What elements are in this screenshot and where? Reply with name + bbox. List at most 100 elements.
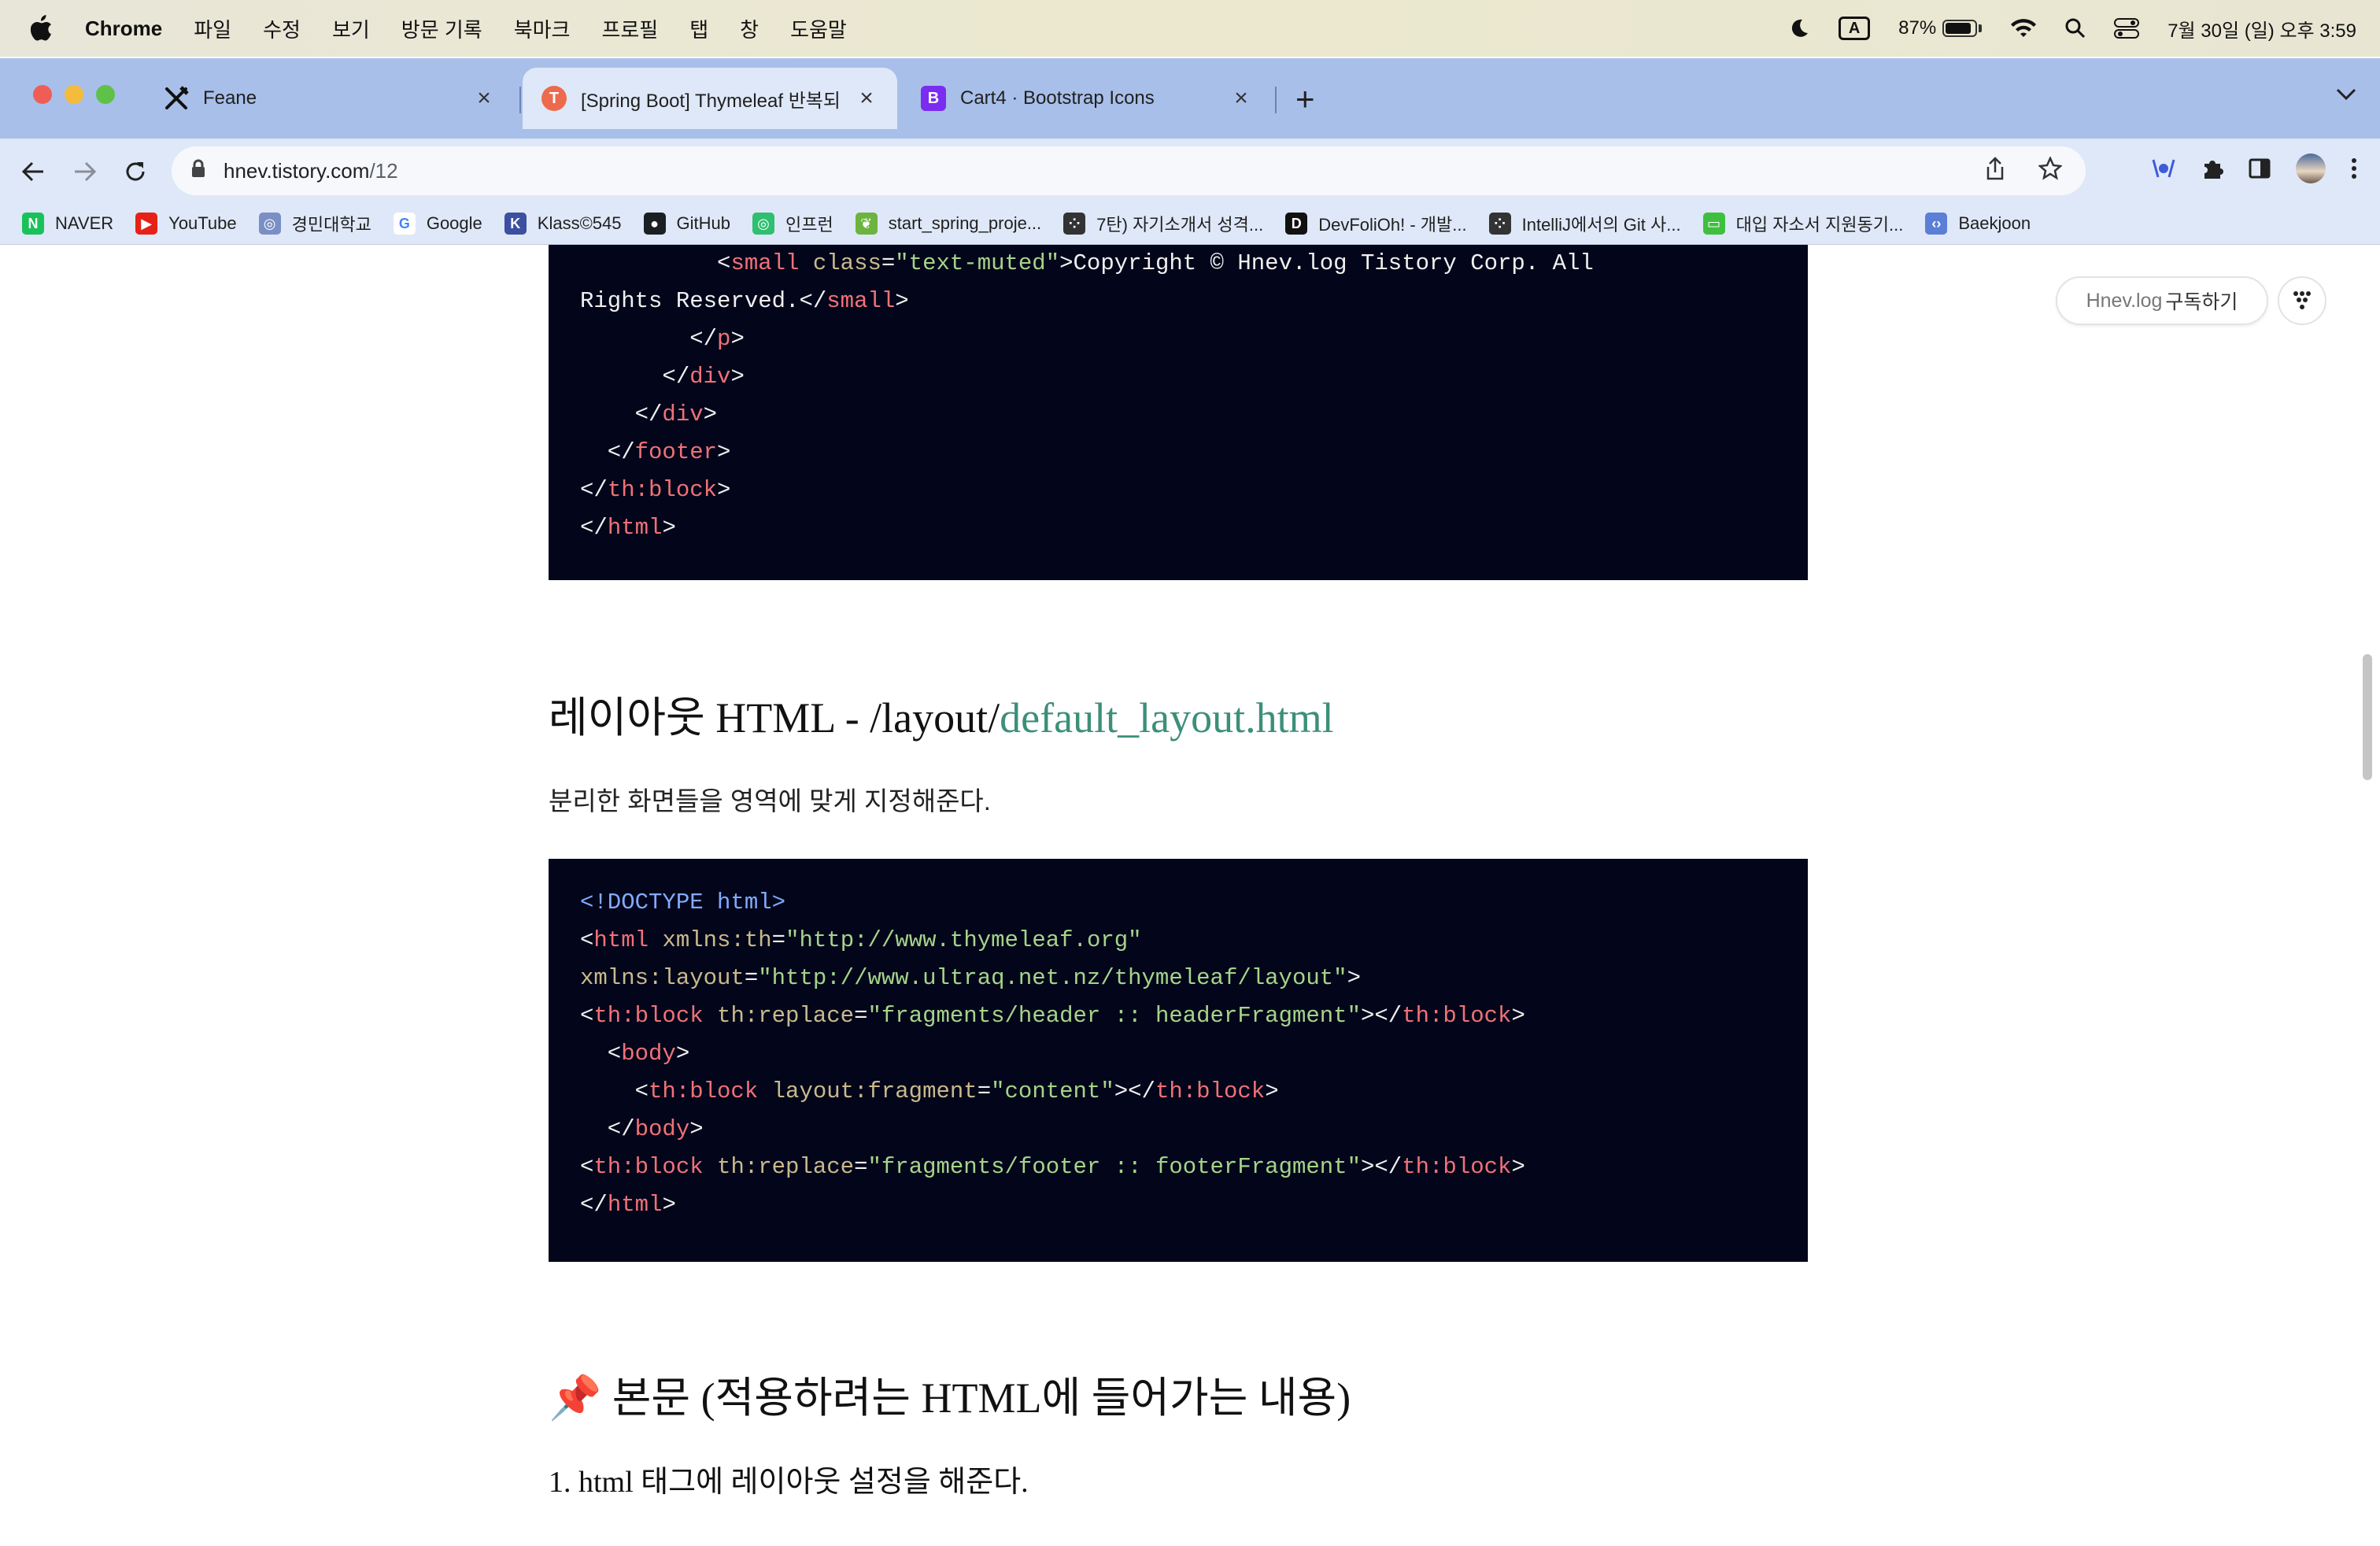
code-token: = <box>881 250 896 276</box>
code-token: th:block <box>593 1003 704 1029</box>
bootstrap-icon: B <box>921 86 946 111</box>
tab-close-icon[interactable]: × <box>855 85 878 112</box>
menubar-clock[interactable]: 7월 30일 (일) 오후 3:59 <box>2168 15 2356 43</box>
code-token: div <box>689 364 731 390</box>
spring-icon: ❦ <box>855 213 878 235</box>
puzzle-extensions-icon[interactable] <box>2201 157 2224 184</box>
menu-profiles[interactable]: 프로필 <box>601 14 658 43</box>
menu-edit[interactable]: 수정 <box>263 14 301 43</box>
code-token: </ <box>580 326 718 352</box>
tab-close-icon[interactable]: × <box>1229 85 1253 112</box>
bookmark-item[interactable]: ▶ YouTube <box>135 213 237 235</box>
page-scrollbar-thumb[interactable] <box>2363 654 2372 780</box>
code-token: < <box>580 1003 594 1029</box>
google-icon: G <box>393 213 416 235</box>
bookmark-item[interactable]: ▭ 대입 자소서 지원동기... <box>1702 211 1903 236</box>
tistory-dots-icon: ⁘ <box>1063 213 1086 235</box>
fork-knife-icon <box>164 86 189 111</box>
bookmark-item[interactable]: ◎ 경민대학교 <box>258 211 371 236</box>
tab-spring-boot-thymeleaf[interactable]: T [Spring Boot] Thymeleaf 반복되 × <box>523 68 897 129</box>
bookmark-item[interactable]: ● GitHub <box>643 213 730 235</box>
youtube-icon: ▶ <box>135 213 158 235</box>
bookmark-label: 경민대학교 <box>291 215 371 235</box>
bookmark-item[interactable]: G Google <box>393 213 482 235</box>
side-panel-icon[interactable] <box>2248 157 2271 184</box>
moon-icon[interactable] <box>1788 17 1810 39</box>
chrome-menu-kebab-icon[interactable] <box>2350 157 2358 184</box>
wifi-icon[interactable] <box>2010 18 2037 39</box>
lock-icon[interactable] <box>190 159 206 183</box>
window-minimize-button[interactable] <box>65 85 83 104</box>
code-token: < <box>580 1041 622 1067</box>
bookmark-label: DevFoliOh! - 개발... <box>1318 215 1467 235</box>
code-token: = <box>744 965 759 991</box>
tab-search-chevron-down-icon[interactable] <box>2336 88 2356 105</box>
battery-tip <box>1979 24 1983 32</box>
bookmark-item[interactable]: ⁘ IntelliJ에서의 Git 사... <box>1488 211 1681 236</box>
code-line: <html xmlns:th="http://www.thymeleaf.org… <box>580 922 1776 960</box>
input-source-indicator[interactable]: A <box>1839 17 1871 40</box>
bookmark-item[interactable]: N NAVER <box>22 213 113 235</box>
code-token: Rights Reserved.</ <box>580 288 827 314</box>
back-arrow-icon[interactable] <box>16 154 50 189</box>
bookmark-item[interactable]: K Klass©545 <box>504 213 622 235</box>
menu-window[interactable]: 창 <box>740 14 759 43</box>
window-zoom-button[interactable] <box>96 85 115 104</box>
bookmark-item[interactable]: ‹› Baekjoon <box>1925 213 2031 235</box>
bookmark-label: GitHub <box>676 213 730 233</box>
bookmark-star-icon[interactable] <box>2038 155 2063 186</box>
menu-tab[interactable]: 탭 <box>689 14 708 43</box>
code-token: th:block <box>607 477 718 503</box>
tab-close-icon[interactable]: × <box>472 85 496 112</box>
code-token: "http://www.ultraq.net.nz/thymeleaf/layo… <box>758 965 1347 991</box>
bookmark-item[interactable]: ⁘ 7탄) 자기소개서 성격... <box>1063 211 1263 236</box>
reload-icon[interactable] <box>118 154 153 189</box>
subscribe-button[interactable]: Hnev.log 구독하기 <box>2056 276 2268 325</box>
address-bar[interactable]: hnev.tistory.com/12 <box>172 146 2086 195</box>
bookmark-item[interactable]: ❦ start_spring_proje... <box>855 213 1041 235</box>
forward-arrow-icon[interactable] <box>68 154 102 189</box>
bookmark-label: Klass©545 <box>537 213 622 233</box>
extension-icon[interactable] <box>2150 157 2177 184</box>
university-icon: ◎ <box>258 213 281 235</box>
menu-history[interactable]: 방문 기록 <box>401 14 482 43</box>
tab-bootstrap-icons[interactable]: B Cart4 · Bootstrap Icons × <box>902 68 1272 129</box>
share-icon[interactable] <box>1985 156 2005 186</box>
paragraph-description: 분리한 화면들을 영역에 맞게 지정해준다. <box>549 786 991 816</box>
menu-help[interactable]: 도움말 <box>790 14 847 43</box>
browser-toolbar: hnev.tistory.com/12 <box>0 139 2380 203</box>
code-token: > <box>675 1041 690 1067</box>
window-close-button[interactable] <box>33 85 52 104</box>
bookmark-label: Baekjoon <box>1958 213 2031 233</box>
new-tab-plus-icon[interactable]: + <box>1295 82 1315 117</box>
tab-title: [Spring Boot] Thymeleaf 반복되 <box>581 90 841 112</box>
code-line: </html> <box>580 509 1776 547</box>
code-line: Rights Reserved.</small> <box>580 283 1776 320</box>
bookmark-item[interactable]: ◎ 인프런 <box>752 211 833 236</box>
control-center-icon[interactable] <box>2114 18 2140 39</box>
code-token: </ <box>580 515 608 541</box>
menu-bookmarks[interactable]: 북마크 <box>514 14 571 43</box>
menu-file[interactable]: 파일 <box>194 14 231 43</box>
profile-avatar[interactable] <box>2295 153 2326 188</box>
menu-view[interactable]: 보기 <box>332 14 370 43</box>
battery-status[interactable]: 87% <box>1898 17 1983 39</box>
menubar-app-name[interactable]: Chrome <box>85 17 162 41</box>
url-host: hnev.tistory.com <box>224 158 370 183</box>
code-line: <body> <box>580 1035 1776 1073</box>
code-line: <!DOCTYPE html> <box>580 884 1776 922</box>
code-token: th:block <box>593 1154 704 1180</box>
bookmark-label: 인프런 <box>785 215 833 235</box>
bookmark-item[interactable]: D DevFoliOh! - 개발... <box>1285 211 1467 236</box>
blog-menu-dots-icon[interactable] <box>2278 276 2326 325</box>
tab-feane[interactable]: Feane × <box>145 68 515 129</box>
code-token: > <box>662 1192 676 1218</box>
spotlight-search-icon[interactable] <box>2065 18 2086 39</box>
apple-menu-icon[interactable] <box>30 15 54 42</box>
code-token: th:block <box>1155 1078 1266 1104</box>
pin-emoji-icon: 📌 <box>549 1374 602 1422</box>
heading-link[interactable]: default_layout.html <box>1000 694 1333 742</box>
code-token: < <box>580 1078 649 1104</box>
